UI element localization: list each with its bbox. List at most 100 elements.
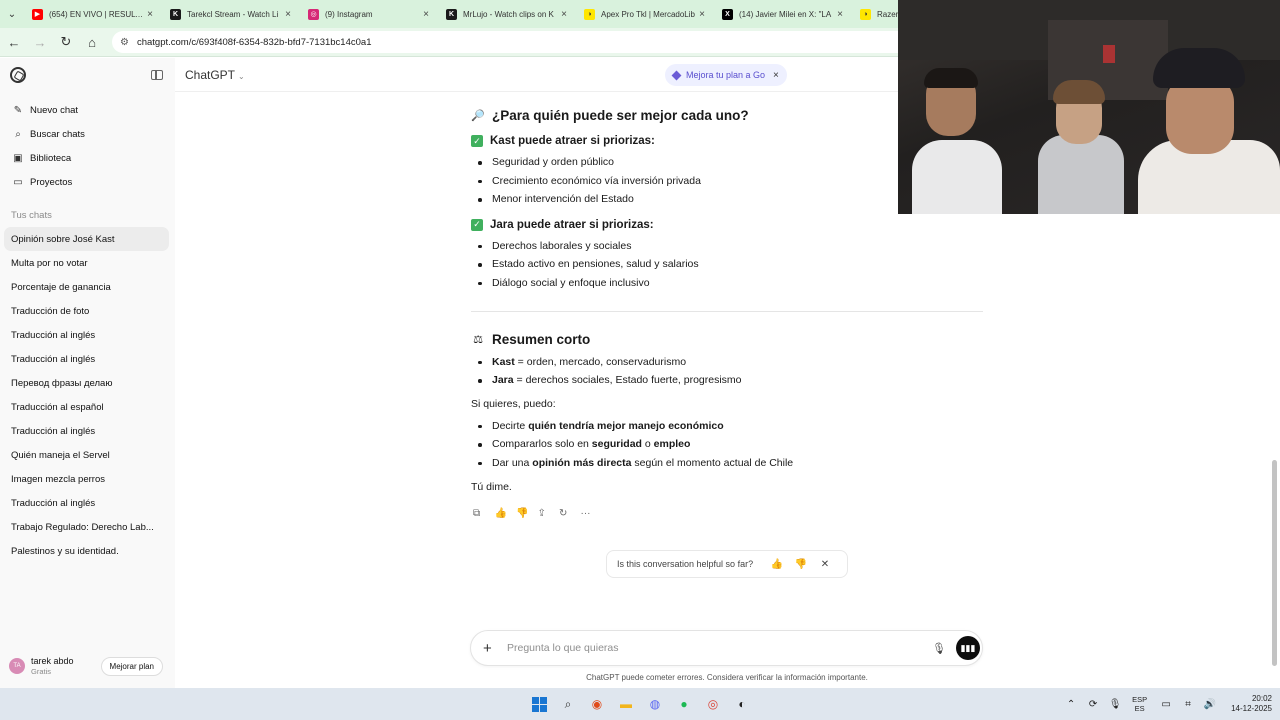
chat-history-item[interactable]: Palestinos y su identidad. — [0, 539, 169, 563]
chat-history-item[interactable]: Traducción al inglés — [0, 347, 169, 371]
back-arrow-icon[interactable]: ← — [2, 35, 26, 50]
check-emoji-icon: ✓ — [471, 135, 483, 147]
close-icon[interactable]: ✕ — [813, 559, 837, 570]
sidebar-item-label: Nuevo chat — [30, 104, 79, 116]
home-icon[interactable]: ⌂ — [80, 35, 104, 50]
browser-tab[interactable]: K Tarekcl Stream - Watch Li × — [162, 0, 300, 28]
chat-history-item[interactable]: Traducción al inglés — [0, 419, 169, 443]
tab-close-icon[interactable]: × — [144, 9, 156, 20]
search-icon[interactable]: ⌕ — [556, 692, 580, 716]
summary-term: Jara — [492, 374, 514, 387]
tab-title: (9) Instagram — [325, 9, 373, 19]
obs-icon[interactable]: ◐ — [730, 692, 754, 716]
thumbs-up-icon[interactable]: 👍 — [495, 508, 517, 519]
forward-arrow-icon[interactable]: → — [28, 35, 52, 50]
microphone-icon[interactable]: 🎙 — [926, 642, 952, 655]
chrome-icon[interactable]: ◎ — [701, 692, 725, 716]
list-item: Derechos laborales y sociales — [471, 237, 991, 256]
voice-mode-icon[interactable]: ▮▮▮ — [956, 636, 980, 660]
windows-start-icon[interactable] — [527, 692, 551, 716]
list-item: Estado activo en pensiones, salud y sala… — [471, 255, 991, 274]
plus-icon[interactable]: + — [483, 640, 503, 657]
thumbs-down-icon[interactable]: 👎 — [789, 559, 813, 570]
taskbar: ⌕ ◉ ▬ ◍ ● ◎ ◐ ⌃ ⟳ 🎙 ESP ES ▭ ⌗ 🔊 20:02 1… — [0, 688, 1280, 720]
chat-history-item[interactable]: Traducción al inglés — [0, 491, 169, 515]
chevron-up-icon[interactable]: ⌃ — [1060, 699, 1082, 710]
sidebar-item-library[interactable]: ▣ Biblioteca — [0, 146, 175, 170]
sync-icon[interactable]: ⟳ — [1082, 699, 1104, 710]
tab-favicon-icon: ◑ — [584, 8, 595, 20]
clock[interactable]: 20:02 14-12-2025 — [1231, 694, 1272, 714]
upgrade-go-banner[interactable]: Mejora tu plan a Go × — [665, 64, 787, 86]
webcam-overlay — [898, 0, 1280, 214]
address-bar[interactable]: ⚙ chatgpt.com/c/693f408f-6354-832b-bfd7-… — [112, 31, 992, 53]
language-indicator[interactable]: ESP ES — [1132, 695, 1147, 713]
chat-history-item[interactable]: Перевод фразы делаю — [0, 371, 169, 395]
user-account-row[interactable]: TA tarek abdo Gratis Mejorar plan — [0, 648, 175, 684]
sidebar-toggle-icon[interactable] — [151, 70, 163, 80]
chevron-down-icon: ⌄ — [238, 71, 245, 81]
tab-close-icon[interactable]: × — [282, 9, 294, 20]
tab-close-icon[interactable]: × — [834, 9, 846, 20]
copy-icon[interactable]: ⧉ — [473, 508, 495, 519]
thumbs-up-icon[interactable]: 👍 — [765, 559, 789, 570]
reload-icon[interactable]: ↻ — [54, 34, 78, 50]
summary-heading: ⚖ Resumen corto — [471, 332, 991, 347]
clock-date: 14-12-2025 — [1231, 704, 1272, 713]
folder-icon: ▭ — [13, 176, 23, 188]
sidebar-item-search[interactable]: ⌕ Buscar chats — [0, 122, 175, 146]
upgrade-plan-button[interactable]: Mejorar plan — [100, 656, 163, 676]
spotify-icon[interactable]: ● — [672, 692, 696, 716]
browser-app-icon[interactable]: ◉ — [585, 692, 609, 716]
tab-close-icon[interactable]: × — [558, 9, 570, 20]
message-composer[interactable]: + Pregunta lo que quieras 🎙 ▮▮▮ — [470, 630, 983, 666]
browser-tab[interactable]: ◑ Apex Pro Tkl | MercadoLib × — [576, 0, 714, 28]
chat-history-item[interactable]: Opinión sobre José Kast — [4, 227, 169, 251]
share-icon[interactable]: ⇪ — [538, 508, 560, 519]
offer-list: Decirte quién tendría mejor manejo econó… — [471, 417, 991, 473]
browser-tab[interactable]: ▶ (654) EN VIVO | RESULTAD × — [24, 0, 162, 28]
offer-text: Decirte — [492, 419, 529, 432]
tab-close-icon[interactable]: × — [420, 9, 432, 20]
network-icon[interactable]: ⌗ — [1177, 699, 1199, 710]
chat-history-item[interactable]: Porcentaje de ganancia — [0, 275, 169, 299]
feedback-question: Is this conversation helpful so far? — [617, 559, 754, 569]
composer-placeholder[interactable]: Pregunta lo que quieras — [507, 642, 926, 654]
scrollbar-thumb[interactable] — [1272, 460, 1277, 666]
clock-time: 20:02 — [1251, 694, 1272, 703]
discord-icon[interactable]: ◍ — [643, 692, 667, 716]
sidebar-item-label: Biblioteca — [30, 152, 72, 164]
chat-history-item[interactable]: Traducción al español — [0, 395, 169, 419]
chat-history-item[interactable]: Multa por no votar — [0, 251, 169, 275]
chat-history-item[interactable]: Trabajo Regulado: Derecho Lab... — [0, 515, 169, 539]
volume-icon[interactable]: 🔊 — [1199, 699, 1221, 710]
tab-close-icon[interactable]: × — [696, 9, 708, 20]
chat-history-item[interactable]: Traducción al inglés — [0, 323, 169, 347]
thumbs-down-icon[interactable]: 👎 — [516, 508, 538, 519]
site-info-icon[interactable]: ⚙ — [120, 37, 129, 48]
chat-history-item[interactable]: Traducción de foto — [0, 299, 169, 323]
jara-list: Derechos laborales y sociales Estado acti… — [471, 237, 991, 293]
browser-tab[interactable]: K MrLujo - Watch clips on K × — [438, 0, 576, 28]
list-item: Diálogo social y enfoque inclusivo — [471, 274, 991, 293]
taskbar-apps: ⌕ ◉ ▬ ◍ ● ◎ ◐ — [527, 692, 759, 716]
regenerate-icon[interactable]: ↻ — [559, 508, 581, 519]
jara-heading: ✓ Jara puede atraer si priorizas: — [471, 218, 991, 231]
sidebar-item-folder[interactable]: ▭ Proyectos — [0, 170, 175, 194]
chat-history-item[interactable]: Imagen mezcla perros — [0, 467, 169, 491]
openai-logo-icon[interactable] — [10, 67, 26, 83]
file-explorer-icon[interactable]: ▬ — [614, 692, 638, 716]
tab-search-chevron-icon[interactable]: ⌄ — [0, 0, 24, 28]
browser-tab[interactable]: X (14) Javier Milei en X: "LA × — [714, 0, 852, 28]
sidebar-nav: ✎ Nuevo chat ⌕ Buscar chats ▣ Biblioteca ▭ Proy… — [0, 92, 175, 194]
chat-history-item[interactable]: Quién maneja el Servel — [0, 443, 169, 467]
browser-tab[interactable]: ◎ (9) Instagram × — [300, 0, 438, 28]
offer-text: Dar una — [492, 456, 533, 469]
more-options-icon[interactable]: ··· — [581, 508, 603, 519]
model-selector[interactable]: ChatGPT ⌄ — [185, 68, 245, 82]
microphone-icon[interactable]: 🎙 — [1104, 699, 1126, 710]
list-item: Decirte quién tendría mejor manejo econó… — [471, 417, 991, 436]
close-icon[interactable]: × — [773, 70, 779, 81]
sidebar-item-new-chat[interactable]: ✎ Nuevo chat — [0, 98, 175, 122]
display-icon[interactable]: ▭ — [1155, 699, 1177, 710]
